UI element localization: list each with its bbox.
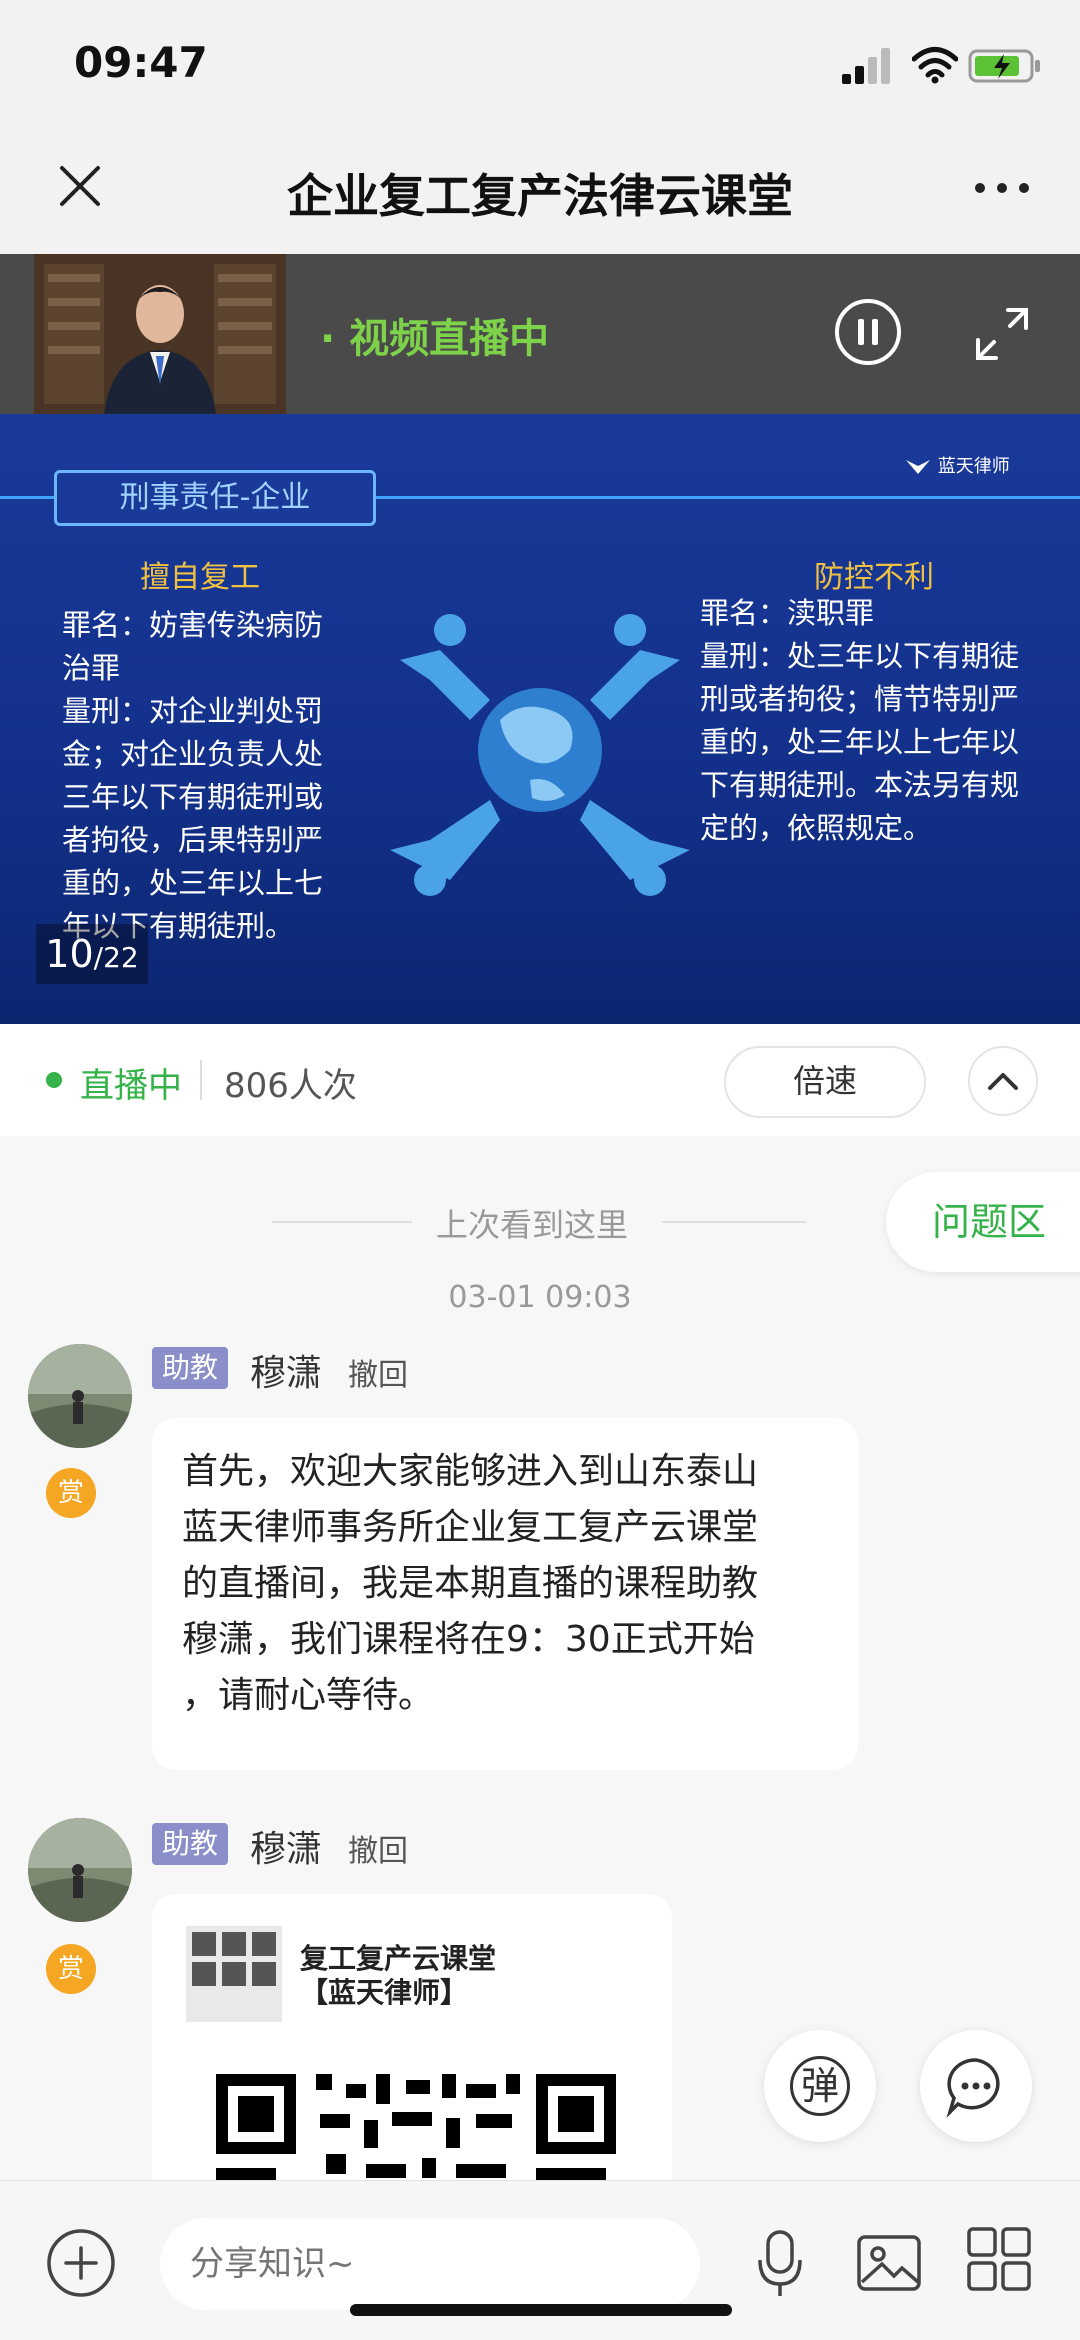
globe-people-graphic [390, 614, 690, 896]
view-count: 806人次 [224, 1066, 357, 1106]
slide-tag: 刑事责任-企业 [54, 470, 376, 526]
sender-name: 穆潇 [250, 1829, 323, 1870]
live-dot-icon [46, 1072, 62, 1088]
slide-right-line: 重的，处三年以上七年以 [700, 725, 1020, 759]
card-subtitle: 【蓝天律师】 [300, 1976, 469, 2009]
comment-button[interactable] [920, 2030, 1032, 2142]
apps-icon[interactable] [966, 2226, 1032, 2292]
danmu-label: 弹 [800, 2064, 839, 2108]
slide-page-current: 10 [45, 932, 94, 976]
slide-right-line: 下有期徒刑。本法另有规 [700, 768, 1020, 802]
page-title: 企业复工复产法律云课堂 [287, 169, 793, 223]
role-badge: 助教 [152, 1823, 229, 1865]
history-divider-right [662, 1221, 806, 1223]
image-card[interactable]: 复工复产云课堂 【蓝天律师】 [152, 1894, 672, 2184]
slide-left-line: 量刑：对企业判处罚 [62, 694, 324, 728]
reward-button[interactable]: 赏 [46, 1944, 96, 1994]
status-separator [200, 1060, 202, 1100]
avatar[interactable] [28, 1818, 132, 1922]
collapse-button[interactable] [968, 1046, 1038, 1116]
slide-right-line: 罪名：渎职罪 [700, 596, 875, 630]
slide-page-total: /22 [93, 941, 139, 974]
history-divider-left [272, 1221, 412, 1223]
message-line: 蓝天律师事务所企业复工复产云课堂 [182, 1507, 759, 1548]
video-thumbnail[interactable] [34, 254, 286, 414]
pause-icon[interactable] [834, 298, 902, 366]
recall-button[interactable]: 撤回 [348, 1826, 408, 1870]
battery-icon [968, 49, 1040, 83]
video-live-label: · 视频直播中 [320, 316, 550, 362]
playback-speed-button[interactable]: 倍速 [724, 1046, 926, 1118]
chat-timestamp: 03-01 09:03 [448, 1280, 632, 1315]
fullscreen-icon[interactable] [972, 304, 1032, 364]
slide-right-line: 刑或者拘役；情节特别严 [700, 682, 1020, 716]
slide-left-line: 重的，处三年以上七 [62, 866, 324, 900]
reward-button[interactable]: 赏 [46, 1468, 96, 1518]
chevron-up-icon [988, 1073, 1018, 1090]
slide-left-line: 治罪 [62, 651, 121, 685]
more-icon[interactable] [972, 176, 1032, 200]
live-status-label: 直播中 [80, 1066, 182, 1106]
message-line: 穆潇，我们课程将在9：30正式开始 [182, 1619, 755, 1660]
plus-icon[interactable] [46, 2228, 116, 2298]
slide-left-line: 金；对企业负责人处 [62, 737, 324, 771]
qr-code [216, 2074, 616, 2182]
slide-logo: 蓝天律师 [904, 452, 1010, 478]
slide-left-text: 罪名：妨害传染病防 治罪 量刑：对企业判处罚 金；对企业负责人处 三年以下有期徒… [62, 604, 362, 948]
slide-left-line: 者拘役，后果特别严 [62, 823, 324, 857]
slide-left-title: 擅自复工 [140, 560, 260, 595]
message-text: 首先，欢迎大家能够进入到山东泰山 蓝天律师事务所企业复工复产云课堂 的直播间，我… [152, 1418, 858, 1750]
card-title: 复工复产云课堂 [300, 1942, 497, 1975]
sender-name: 穆潇 [250, 1353, 323, 1394]
mic-icon[interactable] [756, 2228, 804, 2300]
message-line: 首先，欢迎大家能够进入到山东泰山 [182, 1451, 759, 1492]
image-icon[interactable] [856, 2234, 922, 2292]
slide-left-line: 三年以下有期徒刑或 [62, 780, 324, 814]
danmu-ring: 弹 [790, 2056, 850, 2116]
role-badge: 助教 [152, 1347, 229, 1389]
signal-icon [842, 48, 890, 84]
slide-right-line: 定的，依照规定。 [700, 811, 933, 845]
status-time: 09:47 [74, 38, 208, 87]
qa-area-button[interactable]: 问题区 [886, 1172, 1080, 1272]
slide-right-text: 罪名：渎职罪 量刑：处三年以下有期徒 刑或者拘役；情节特别严 重的，处三年以上七… [700, 592, 1060, 850]
recall-button[interactable]: 撤回 [348, 1350, 408, 1394]
slide-right-line: 量刑：处三年以下有期徒 [700, 639, 1020, 673]
message-line: ，请耐心等待。 [182, 1675, 435, 1716]
message-input[interactable] [160, 2218, 700, 2310]
wifi-icon [912, 47, 958, 84]
chat-icon [946, 2058, 1000, 2118]
message-line: 的直播间，我是本期直播的课程助教 [182, 1563, 759, 1604]
slide-page-indicator: 10/22 [36, 924, 148, 984]
home-indicator [350, 2304, 732, 2316]
history-divider-text: 上次看到这里 [436, 1206, 629, 1244]
avatar[interactable] [28, 1344, 132, 1448]
slide-right-title: 防控不利 [814, 560, 934, 595]
slide-left-line: 罪名：妨害传染病防 [62, 608, 324, 642]
danmu-button[interactable]: 弹 [764, 2030, 876, 2142]
slide-logo-text: 蓝天律师 [937, 456, 1010, 477]
card-thumbnail [186, 1926, 282, 2022]
message-bubble[interactable]: 首先，欢迎大家能够进入到山东泰山 蓝天律师事务所企业复工复产云课堂 的直播间，我… [152, 1418, 858, 1770]
